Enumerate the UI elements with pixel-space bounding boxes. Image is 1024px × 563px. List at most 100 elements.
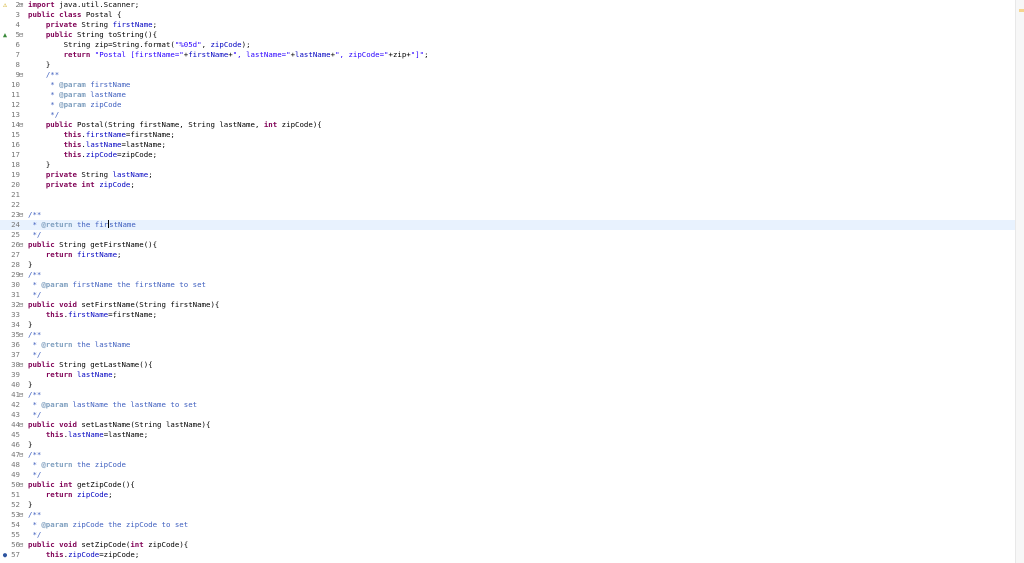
code-text[interactable]: private String lastName; <box>28 170 153 180</box>
fold-collapse-icon[interactable]: ⊟ <box>19 70 27 80</box>
code-text[interactable]: private int zipCode; <box>28 180 135 190</box>
code-text[interactable]: this.lastName=lastName; <box>28 140 166 150</box>
fold-collapse-icon[interactable]: ⊟ <box>19 300 27 310</box>
fold-collapse-icon[interactable]: ⊟ <box>19 360 27 370</box>
code-line[interactable]: 31 */ <box>0 290 1015 300</box>
code-line[interactable]: 34} <box>0 320 1015 330</box>
code-line[interactable]: 11 * @param lastName <box>0 90 1015 100</box>
code-text[interactable]: this.zipCode=zipCode; <box>28 150 157 160</box>
code-line[interactable]: 15 this.firstName=firstName; <box>0 130 1015 140</box>
fold-collapse-icon[interactable]: ⊟ <box>19 390 27 400</box>
code-text[interactable]: /** <box>28 390 41 400</box>
code-line[interactable]: 56 ⊟ public void setZipCode(int zipCode){ <box>0 540 1015 550</box>
code-line[interactable]: 20 private int zipCode; <box>0 180 1015 190</box>
code-line[interactable]: 55 */ <box>0 530 1015 540</box>
code-line[interactable]: 7 return "Postal [firstName="+firstName+… <box>0 50 1015 60</box>
code-line[interactable]: 4 private String firstName; <box>0 20 1015 30</box>
code-line[interactable]: 3 public class Postal { <box>0 10 1015 20</box>
code-text[interactable]: */ <box>28 470 41 480</box>
code-text[interactable]: } <box>28 260 32 270</box>
code-line[interactable]: 8 } <box>0 60 1015 70</box>
code-line[interactable]: 26 ⊟ public String getFirstName(){ <box>0 240 1015 250</box>
code-line[interactable]: 54 * @param zipCode the zipCode to set <box>0 520 1015 530</box>
code-text[interactable]: public Postal(String firstName, String l… <box>28 120 322 130</box>
code-line[interactable]: 9 ⊟ /** <box>0 70 1015 80</box>
code-text[interactable]: public void setFirstName(String firstNam… <box>28 300 219 310</box>
code-text[interactable]: return firstName; <box>28 250 122 260</box>
code-text[interactable]: * @return the lastName <box>28 340 130 350</box>
code-line[interactable]: 44 ⊟ public void setLastName(String lastNa… <box>0 420 1015 430</box>
code-line[interactable]: 12 * @param zipCode <box>0 100 1015 110</box>
code-text[interactable]: } <box>28 440 32 450</box>
code-line[interactable]: 49 */ <box>0 470 1015 480</box>
line-gutter[interactable]: 34 <box>0 320 40 330</box>
code-line[interactable]: 41 ⊟/** <box>0 390 1015 400</box>
code-text[interactable]: /** <box>28 450 41 460</box>
code-text[interactable]: public int getZipCode(){ <box>28 480 135 490</box>
code-text[interactable]: * @param zipCode <box>28 100 121 110</box>
code-text[interactable]: * @param firstName the firstName to set <box>28 280 206 290</box>
code-text[interactable]: /** <box>28 510 41 520</box>
code-text[interactable]: * @param zipCode the zipCode to set <box>28 520 188 530</box>
code-text[interactable]: public String getLastName(){ <box>28 360 153 370</box>
overview-warning-marker[interactable] <box>1019 9 1024 12</box>
code-line[interactable]: ● 57 this.zipCode=zipCode; <box>0 550 1015 560</box>
fold-collapse-icon[interactable]: ⊟ <box>19 120 27 130</box>
code-text[interactable]: this.lastName=lastName; <box>28 430 148 440</box>
code-line[interactable]: 22 <box>0 200 1015 210</box>
overview-ruler[interactable] <box>1015 0 1024 563</box>
fold-collapse-icon[interactable]: ⊟ <box>19 510 27 520</box>
code-line[interactable]: 23 ⊟/** <box>0 210 1015 220</box>
fold-expand-icon[interactable]: ⊞ <box>19 0 27 10</box>
line-gutter[interactable]: 52 <box>0 500 40 510</box>
line-gutter[interactable]: 28 <box>0 260 40 270</box>
code-text[interactable]: */ <box>28 350 41 360</box>
code-text[interactable]: public void setLastName(String lastName)… <box>28 420 210 430</box>
code-line[interactable]: 27 return firstName; <box>0 250 1015 260</box>
code-line[interactable]: 32 ⊟ public void setFirstName(String first… <box>0 300 1015 310</box>
code-text[interactable]: } <box>28 320 32 330</box>
line-gutter[interactable]: 22 <box>0 200 40 210</box>
code-line[interactable]: 6 String zip=String.format("%05d", zipCo… <box>0 40 1015 50</box>
code-text[interactable]: this.zipCode=zipCode; <box>28 550 139 560</box>
code-text[interactable]: * @param lastName the lastName to set <box>28 400 197 410</box>
code-line[interactable]: 25 */ <box>0 230 1015 240</box>
code-line[interactable]: 48 * @return the zipCode <box>0 460 1015 470</box>
code-line[interactable]: 29 ⊟/** <box>0 270 1015 280</box>
code-line[interactable]: 33 this.firstName=firstName; <box>0 310 1015 320</box>
code-text[interactable]: public String getFirstName(){ <box>28 240 157 250</box>
code-text[interactable]: } <box>28 160 50 170</box>
line-gutter[interactable]: 46 <box>0 440 40 450</box>
code-line[interactable]: 28} <box>0 260 1015 270</box>
code-text[interactable]: */ <box>28 230 41 240</box>
code-text[interactable]: /** <box>28 70 59 80</box>
fold-collapse-icon[interactable]: ⊟ <box>19 450 27 460</box>
code-line[interactable]: 51 return zipCode; <box>0 490 1015 500</box>
code-editor[interactable]: ⚠ 2 ⊞ import java.util.Scanner; 3 public clas… <box>0 0 1015 563</box>
code-line[interactable]: 13 */ <box>0 110 1015 120</box>
code-line[interactable]: 46} <box>0 440 1015 450</box>
code-text[interactable]: /** <box>28 210 41 220</box>
code-line[interactable]: 36 * @return the lastName <box>0 340 1015 350</box>
code-line[interactable]: 24 * @return the firstName <box>0 220 1015 230</box>
fold-collapse-icon[interactable]: ⊟ <box>19 240 27 250</box>
line-gutter[interactable]: 21 <box>0 190 40 200</box>
code-line[interactable]: 42 * @param lastName the lastName to set <box>0 400 1015 410</box>
fold-collapse-icon[interactable]: ⊟ <box>19 210 27 220</box>
code-line[interactable]: 45 this.lastName=lastName; <box>0 430 1015 440</box>
fold-collapse-icon[interactable]: ⊟ <box>19 480 27 490</box>
code-text[interactable]: public class Postal { <box>28 10 121 20</box>
code-text[interactable]: public void setZipCode(int zipCode){ <box>28 540 188 550</box>
code-line[interactable]: 14 ⊟ public Postal(String firstName, Stri… <box>0 120 1015 130</box>
code-text[interactable]: import java.util.Scanner; <box>28 0 139 10</box>
code-text[interactable]: */ <box>28 410 41 420</box>
code-line[interactable]: 10 * @param firstName <box>0 80 1015 90</box>
code-text[interactable]: } <box>28 380 32 390</box>
code-text[interactable]: * @param lastName <box>28 90 126 100</box>
code-text[interactable]: return lastName; <box>28 370 117 380</box>
code-line[interactable]: 16 this.lastName=lastName; <box>0 140 1015 150</box>
fold-collapse-icon[interactable]: ⊟ <box>19 540 27 550</box>
code-text[interactable]: return "Postal [firstName="+firstName+",… <box>28 50 429 60</box>
code-text[interactable]: * @return the zipCode <box>28 460 125 470</box>
code-text[interactable]: /** <box>28 270 41 280</box>
